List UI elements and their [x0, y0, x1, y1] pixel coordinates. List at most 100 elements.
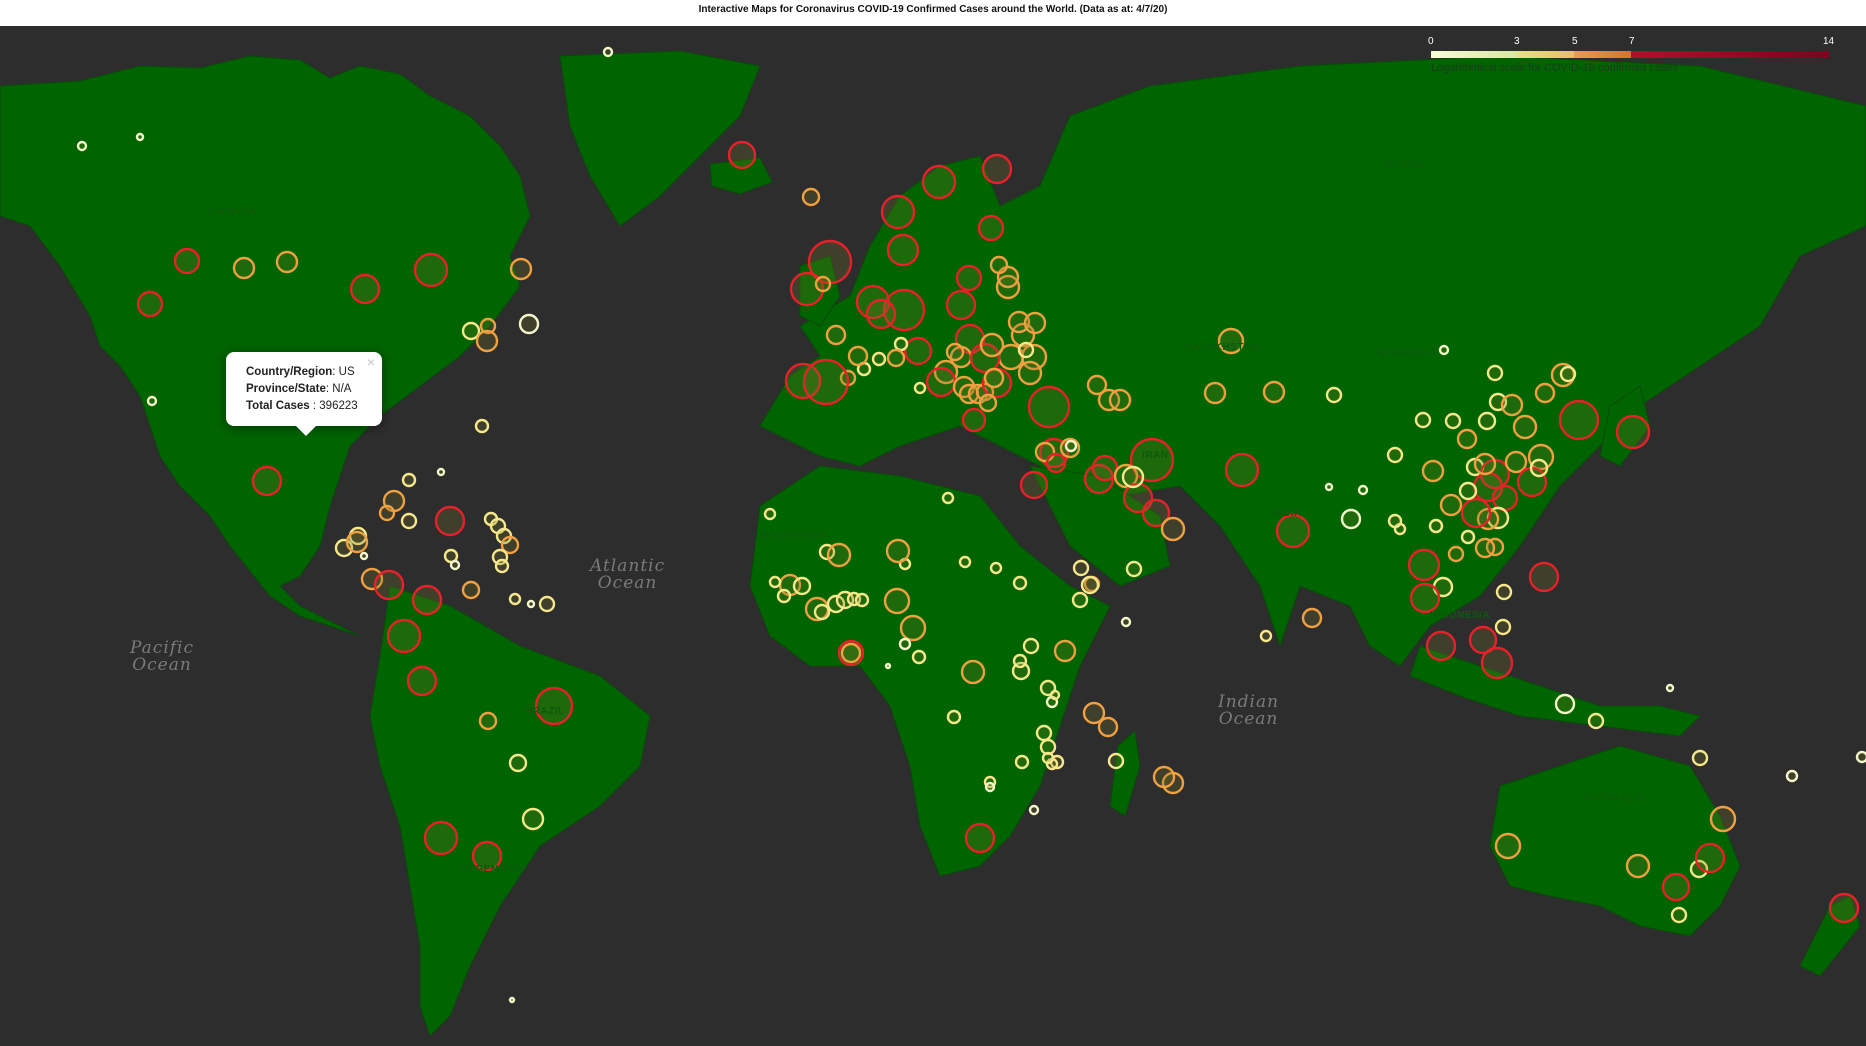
case-marker[interactable] — [946, 709, 962, 725]
case-marker[interactable] — [475, 329, 499, 353]
case-marker[interactable] — [1785, 769, 1799, 783]
case-marker[interactable] — [76, 140, 88, 152]
case-marker[interactable] — [1460, 529, 1476, 545]
case-marker[interactable] — [989, 561, 1003, 575]
case-marker[interactable] — [1458, 481, 1478, 501]
case-marker[interactable] — [886, 233, 920, 267]
case-marker[interactable] — [1324, 482, 1334, 492]
case-marker[interactable] — [173, 247, 201, 275]
case-marker[interactable] — [883, 587, 911, 615]
case-marker[interactable] — [984, 781, 996, 793]
case-marker[interactable] — [602, 46, 614, 58]
case-marker[interactable] — [1494, 618, 1512, 636]
case-marker[interactable] — [1017, 360, 1043, 386]
case-marker[interactable] — [538, 595, 556, 613]
case-marker[interactable] — [1053, 639, 1077, 663]
case-marker[interactable] — [1125, 560, 1143, 578]
case-marker[interactable] — [913, 381, 927, 395]
case-marker[interactable] — [1554, 693, 1576, 715]
case-marker[interactable] — [1041, 751, 1055, 765]
case-marker[interactable] — [792, 576, 812, 596]
case-marker[interactable] — [1027, 385, 1071, 429]
case-marker[interactable] — [1528, 561, 1560, 593]
case-marker[interactable] — [840, 642, 862, 664]
case-marker[interactable] — [1357, 484, 1369, 496]
case-marker[interactable] — [1091, 454, 1119, 482]
case-marker[interactable] — [1625, 853, 1651, 879]
case-marker[interactable] — [423, 820, 459, 856]
case-marker[interactable] — [945, 342, 965, 362]
case-marker[interactable] — [1387, 513, 1403, 529]
case-marker[interactable] — [1203, 381, 1227, 405]
case-marker[interactable] — [1152, 765, 1176, 789]
case-marker[interactable] — [1828, 892, 1860, 924]
case-marker[interactable] — [960, 659, 986, 685]
case-marker[interactable] — [1012, 575, 1028, 591]
case-marker[interactable] — [461, 580, 481, 600]
case-marker[interactable] — [474, 418, 490, 434]
case-marker[interactable] — [1491, 484, 1519, 512]
case-marker[interactable] — [1694, 842, 1726, 874]
case-marker[interactable] — [1107, 752, 1125, 770]
case-marker[interactable] — [727, 140, 757, 170]
case-marker[interactable] — [518, 313, 540, 335]
case-marker[interactable] — [1022, 637, 1040, 655]
case-marker[interactable] — [508, 592, 522, 606]
case-marker[interactable] — [854, 592, 870, 608]
case-marker[interactable] — [880, 194, 916, 230]
case-marker[interactable] — [1014, 754, 1030, 770]
case-marker[interactable] — [1035, 724, 1053, 742]
case-marker[interactable] — [1709, 805, 1737, 833]
case-marker[interactable] — [1661, 872, 1691, 902]
case-marker[interactable] — [1444, 412, 1462, 430]
case-marker[interactable] — [1421, 459, 1445, 483]
case-marker[interactable] — [978, 393, 998, 413]
case-marker[interactable] — [1587, 712, 1605, 730]
case-marker[interactable] — [1224, 452, 1260, 488]
case-marker[interactable] — [1275, 513, 1311, 549]
case-marker[interactable] — [1495, 583, 1513, 601]
case-marker[interactable] — [979, 332, 1005, 358]
map-canvas[interactable] — [0, 26, 1866, 1046]
case-marker[interactable] — [345, 530, 369, 554]
case-marker[interactable] — [1049, 689, 1061, 701]
case-marker[interactable] — [1559, 365, 1577, 383]
case-marker[interactable] — [251, 465, 283, 497]
case-marker[interactable] — [1428, 518, 1444, 534]
case-marker[interactable] — [1071, 591, 1089, 609]
case-marker[interactable] — [825, 324, 847, 346]
case-marker[interactable] — [989, 255, 1009, 275]
case-marker[interactable] — [1407, 548, 1441, 582]
case-marker[interactable] — [521, 807, 545, 831]
case-marker[interactable] — [1494, 832, 1522, 860]
case-marker[interactable] — [401, 472, 417, 488]
case-marker[interactable] — [1473, 452, 1497, 476]
case-marker[interactable] — [921, 164, 957, 200]
case-marker[interactable] — [1023, 311, 1047, 335]
case-marker[interactable] — [1529, 458, 1549, 478]
case-marker[interactable] — [893, 336, 909, 352]
case-marker[interactable] — [1080, 575, 1100, 595]
case-marker[interactable] — [526, 599, 536, 609]
case-marker[interactable] — [955, 264, 983, 292]
case-marker[interactable] — [1615, 414, 1651, 450]
case-marker[interactable] — [925, 366, 957, 398]
case-marker[interactable] — [434, 505, 466, 537]
case-marker[interactable] — [373, 569, 405, 601]
case-marker[interactable] — [898, 637, 912, 651]
case-marker[interactable] — [1301, 607, 1323, 629]
case-marker[interactable] — [449, 559, 461, 571]
case-marker[interactable] — [508, 996, 516, 1004]
case-marker[interactable] — [776, 588, 792, 604]
case-marker[interactable] — [1474, 537, 1496, 559]
case-marker[interactable] — [903, 336, 933, 366]
case-marker[interactable] — [1340, 508, 1362, 530]
case-marker[interactable] — [1108, 388, 1132, 412]
case-marker[interactable] — [411, 584, 443, 616]
case-marker[interactable] — [1097, 716, 1119, 738]
case-marker[interactable] — [1500, 393, 1524, 417]
case-marker[interactable] — [826, 542, 852, 568]
case-marker[interactable] — [1160, 516, 1186, 542]
world-map[interactable]: Atlantic Ocean Pacific Ocean Indian Ocea… — [0, 26, 1866, 1046]
case-marker[interactable] — [1665, 683, 1675, 693]
